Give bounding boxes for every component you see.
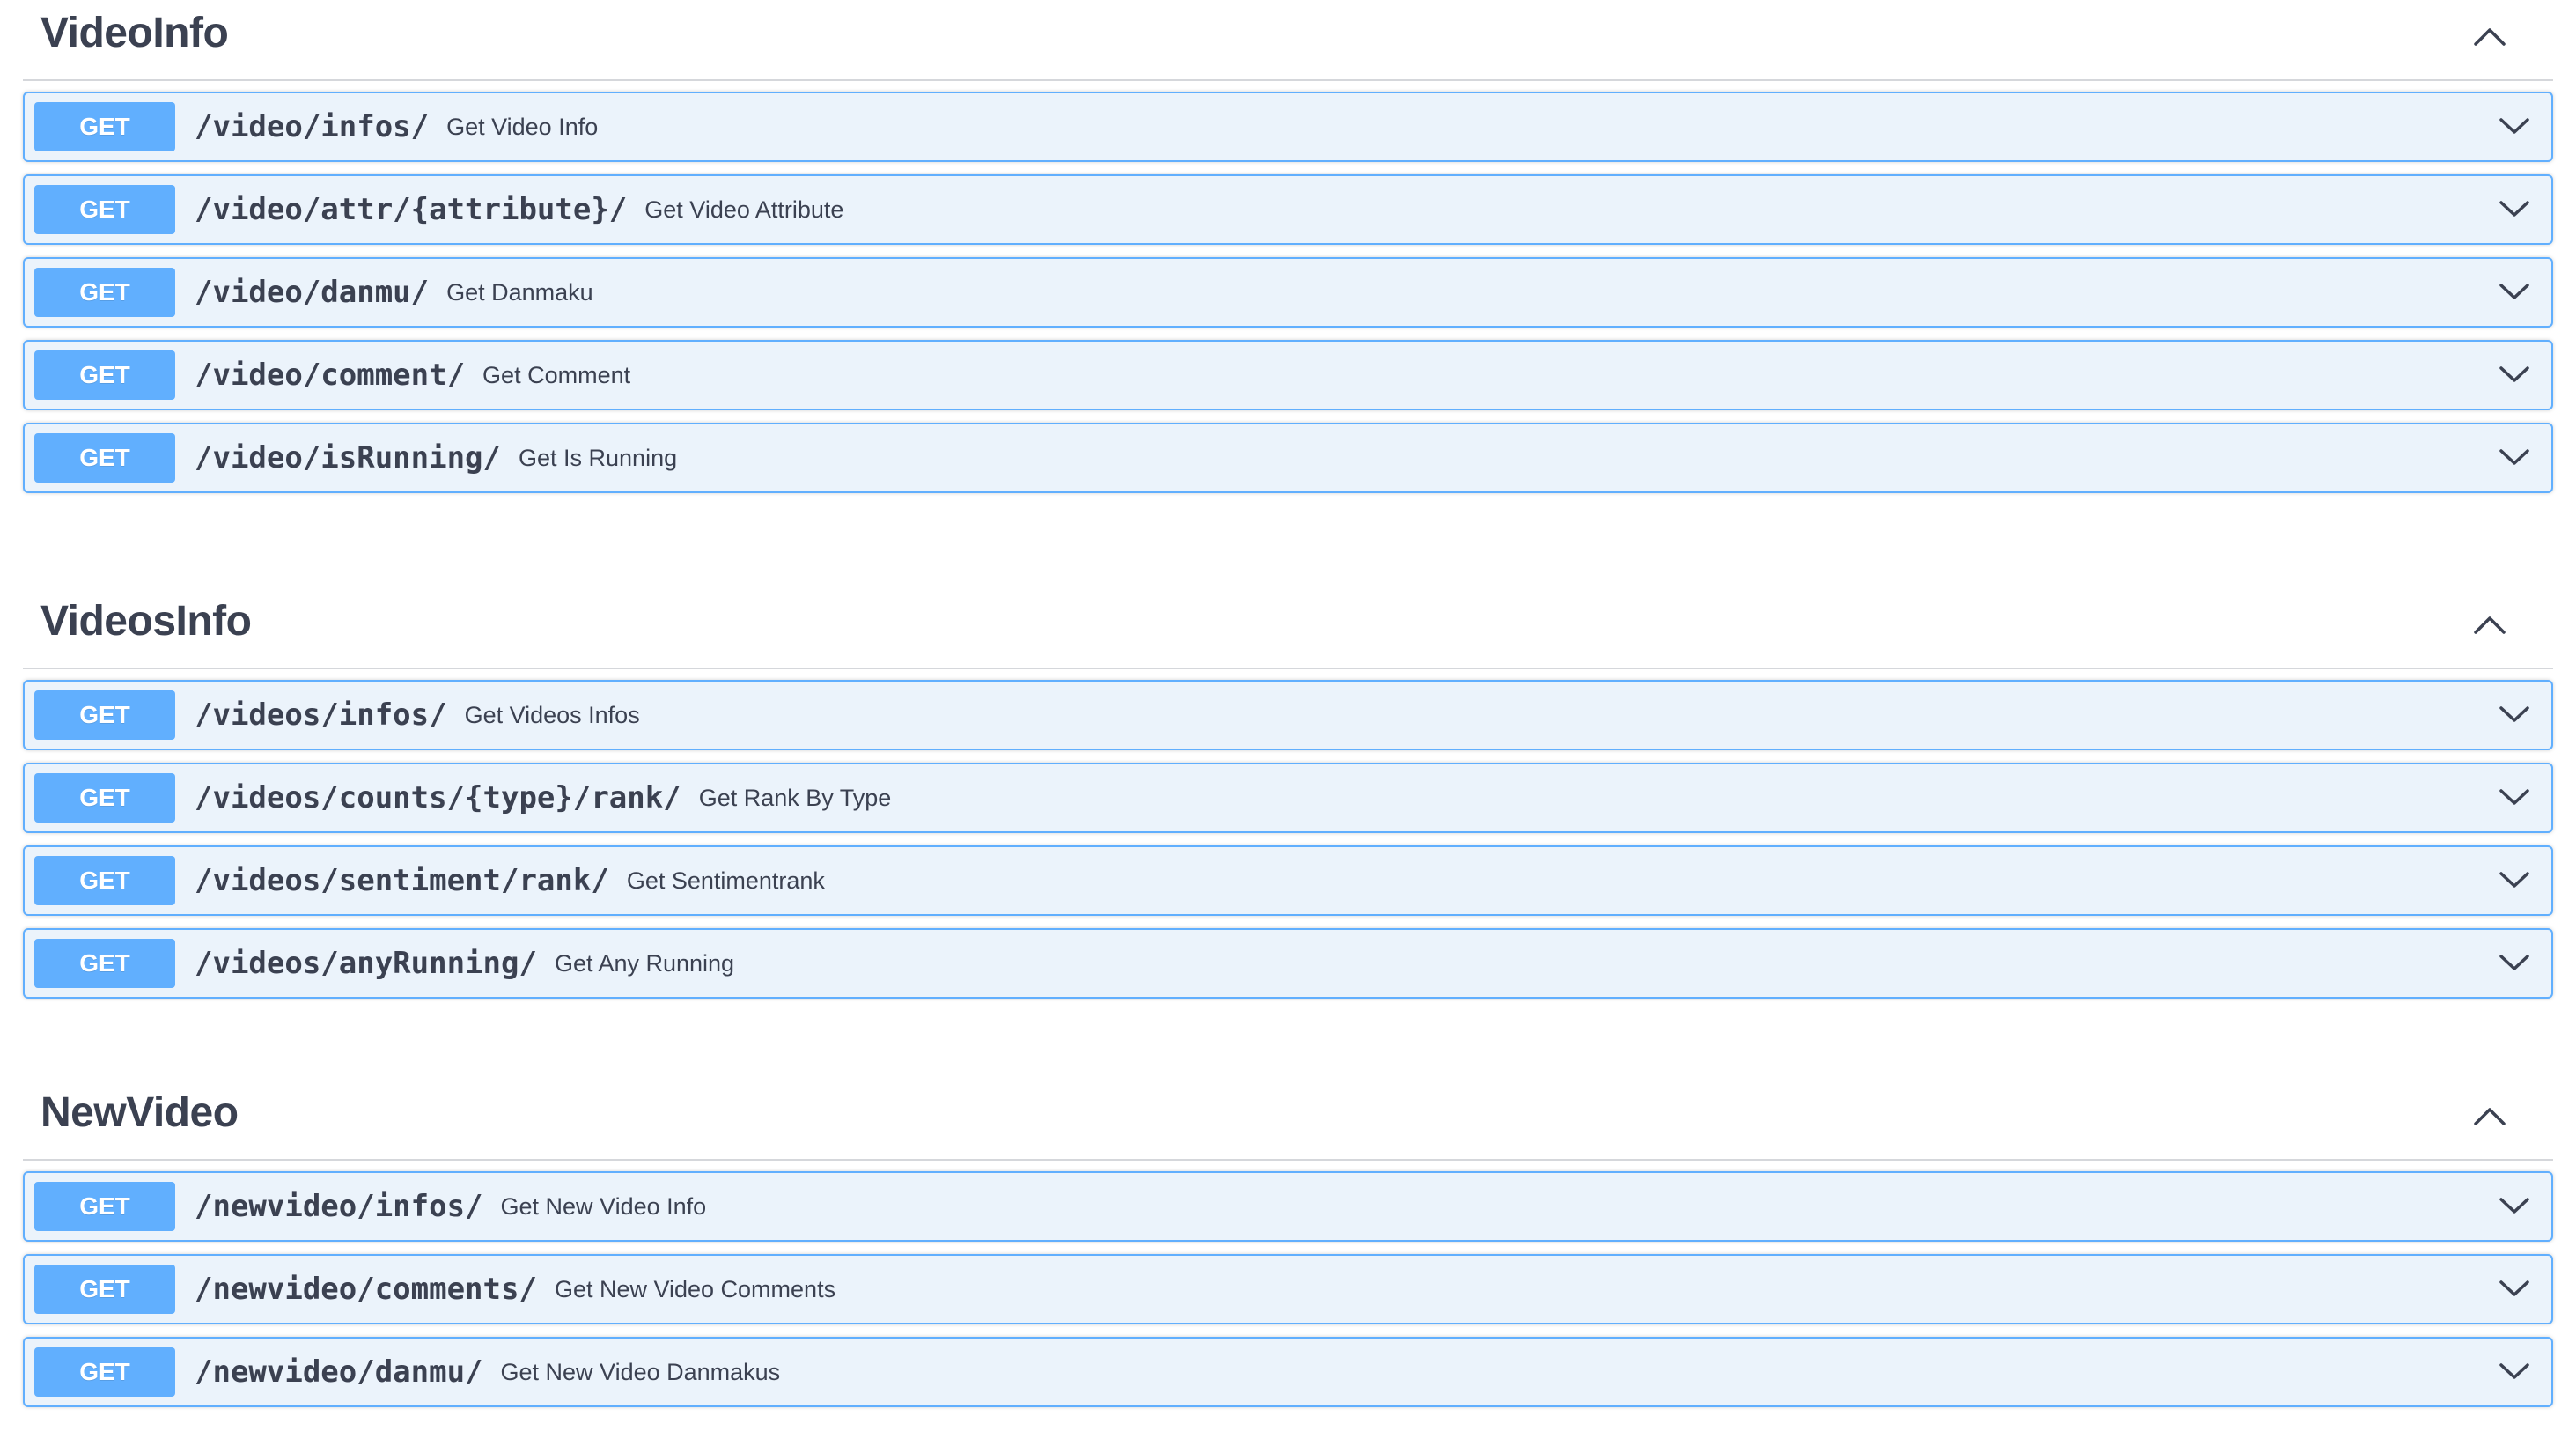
path-text: /videos/sentiment/rank/: [195, 863, 609, 898]
path-text: /newvideo/comments/: [195, 1272, 537, 1307]
operation-get-video-comment[interactable]: GET /video/comment/Get Comment: [23, 340, 2553, 410]
operation-path: /newvideo/comments/Get New Video Comment…: [195, 1256, 835, 1323]
chevron-down-icon[interactable]: [2497, 782, 2532, 812]
method-badge: GET: [34, 433, 175, 483]
operation-get-video-isrunning[interactable]: GET /video/isRunning/Get Is Running: [23, 423, 2553, 493]
operation-get-newvideo-danmu[interactable]: GET /newvideo/danmu/Get New Video Danmak…: [23, 1337, 2553, 1407]
method-badge: GET: [34, 1265, 175, 1314]
method-badge: GET: [34, 102, 175, 151]
method-badge: GET: [34, 1347, 175, 1397]
section-header[interactable]: VideosInfo: [23, 588, 2553, 669]
chevron-down-icon[interactable]: [2497, 865, 2532, 895]
operation-get-video-attr[interactable]: GET /video/attr/{attribute}/ Get Video At…: [23, 174, 2553, 245]
operation-get-video-danmu[interactable]: GET /video/danmu/Get Danmaku: [23, 257, 2553, 328]
operation-path: /video/comment/Get Comment: [195, 342, 630, 409]
chevron-down-icon[interactable]: [2497, 194, 2532, 224]
path-text: /video/danmu/: [195, 275, 430, 310]
operation-path: /videos/infos/Get Videos Infos: [195, 682, 640, 749]
section-title[interactable]: VideosInfo: [40, 597, 252, 646]
api-docs-page: VideoInfo GET /video/infos/Get Video Inf…: [0, 0, 2576, 1446]
chevron-down-icon[interactable]: [2497, 111, 2532, 141]
operation-summary: Get Is Running: [519, 444, 678, 471]
operation-summary: Get Video Attribute: [644, 196, 844, 223]
operation-get-video-infos[interactable]: GET /video/infos/Get Video Info: [23, 92, 2553, 162]
section-videoinfo: VideoInfo GET /video/infos/Get Video Inf…: [23, 0, 2553, 493]
operation-summary: Get Comment: [482, 361, 631, 388]
method-badge: GET: [34, 939, 175, 988]
chevron-down-icon[interactable]: [2497, 699, 2532, 729]
section-newvideo: NewVideo GET /newvideo/infos/Get New Vid…: [23, 1080, 2553, 1407]
method-badge: GET: [34, 773, 175, 823]
section-videosinfo: VideosInfo GET /videos/infos/Get Videos …: [23, 588, 2553, 999]
method-badge: GET: [34, 185, 175, 234]
chevron-down-icon[interactable]: [2497, 948, 2532, 978]
path-text: /video/infos/: [195, 109, 430, 144]
section-header[interactable]: NewVideo: [23, 1080, 2553, 1161]
operation-summary: Get Videos Infos: [464, 701, 640, 728]
chevron-down-icon[interactable]: [2497, 277, 2532, 306]
path-text: /video/attr/{attribute}/: [195, 192, 628, 227]
operation-path: /videos/sentiment/rank/Get Sentimentrank: [195, 847, 825, 914]
chevron-down-icon[interactable]: [2497, 1191, 2532, 1221]
path-text: /video/comment/: [195, 358, 466, 393]
operation-path: /newvideo/infos/Get New Video Info: [195, 1173, 706, 1240]
path-text: /newvideo/infos/: [195, 1189, 483, 1224]
path-text: /newvideo/danmu/: [195, 1354, 483, 1390]
method-badge: GET: [34, 268, 175, 317]
operation-get-videos-sentiment-rank[interactable]: GET /videos/sentiment/rank/Get Sentiment…: [23, 845, 2553, 916]
path-text: /videos/infos/: [195, 697, 447, 733]
operation-summary: Get Any Running: [554, 949, 735, 977]
operation-summary: Get Sentimentrank: [626, 867, 825, 894]
operation-summary: Get New Video Comments: [554, 1275, 836, 1302]
method-badge: GET: [34, 856, 175, 905]
section-header[interactable]: VideoInfo: [23, 0, 2553, 81]
operation-get-videos-anyrunning[interactable]: GET /videos/anyRunning/Get Any Running: [23, 928, 2553, 999]
operation-path: /video/infos/Get Video Info: [195, 93, 598, 160]
section-title[interactable]: VideoInfo: [40, 9, 229, 57]
operation-get-videos-counts-rank[interactable]: GET /videos/counts/{type}/rank/Get Rank …: [23, 763, 2553, 833]
chevron-down-icon[interactable]: [2497, 1273, 2532, 1303]
method-badge: GET: [34, 1182, 175, 1231]
method-badge: GET: [34, 690, 175, 740]
chevron-up-icon[interactable]: [2470, 19, 2509, 53]
operation-summary: Get Danmaku: [446, 278, 593, 306]
path-text: /videos/counts/{type}/rank/: [195, 780, 681, 815]
operation-path: /video/danmu/Get Danmaku: [195, 259, 593, 326]
operation-get-newvideo-infos[interactable]: GET /newvideo/infos/Get New Video Info: [23, 1171, 2553, 1242]
section-title[interactable]: NewVideo: [40, 1088, 239, 1137]
operation-path: /video/isRunning/Get Is Running: [195, 424, 677, 491]
chevron-up-icon[interactable]: [2470, 608, 2509, 641]
chevron-down-icon[interactable]: [2497, 359, 2532, 389]
operation-path: /videos/counts/{type}/rank/Get Rank By T…: [195, 764, 891, 831]
path-text: /videos/anyRunning/: [195, 946, 537, 981]
operation-get-newvideo-comments[interactable]: GET /newvideo/comments/Get New Video Com…: [23, 1254, 2553, 1324]
operation-summary: Get New Video Info: [500, 1192, 707, 1220]
chevron-down-icon[interactable]: [2497, 1356, 2532, 1386]
operation-summary: Get Video Info: [446, 113, 599, 140]
operation-summary: Get New Video Danmakus: [500, 1358, 781, 1385]
operation-path: /newvideo/danmu/Get New Video Danmakus: [195, 1339, 780, 1405]
operation-summary: Get Rank By Type: [698, 784, 892, 811]
operation-path: /video/attr/{attribute}/ Get Video Attrib…: [195, 176, 843, 243]
operation-path: /videos/anyRunning/Get Any Running: [195, 930, 734, 997]
path-text: /video/isRunning/: [195, 440, 501, 476]
chevron-up-icon[interactable]: [2470, 1099, 2509, 1132]
method-badge: GET: [34, 350, 175, 400]
operation-get-videos-infos[interactable]: GET /videos/infos/Get Videos Infos: [23, 680, 2553, 750]
chevron-down-icon[interactable]: [2497, 442, 2532, 472]
